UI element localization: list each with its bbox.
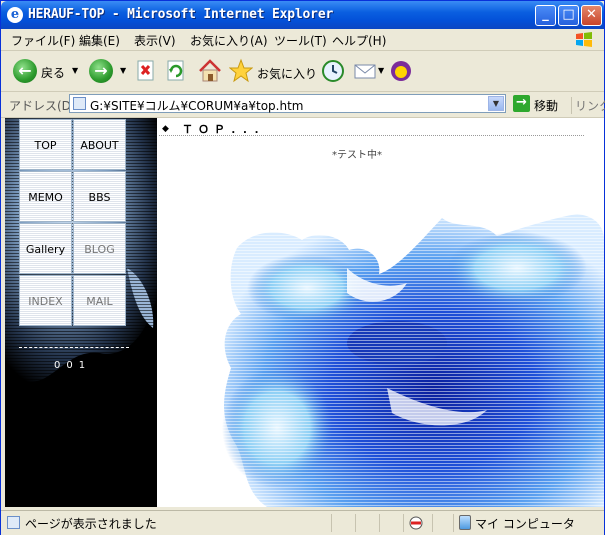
forward-dropdown-icon[interactable]: ▼ <box>120 66 126 75</box>
status-bar: ページが表示されました マイ コンピュータ <box>1 510 604 535</box>
status-divider <box>355 514 357 532</box>
nav-mail[interactable]: MAIL <box>73 275 126 326</box>
forward-arrow-icon: → <box>89 59 113 83</box>
menu-favorites[interactable]: お気に入り(A) <box>190 32 268 49</box>
go-arrow-icon[interactable]: → <box>513 95 530 112</box>
mail-icon[interactable] <box>352 57 378 85</box>
page-icon <box>73 97 86 110</box>
status-divider <box>379 514 381 532</box>
windows-logo-icon <box>576 32 592 47</box>
my-computer-icon <box>459 515 471 530</box>
menu-edit[interactable]: 編集(E) <box>79 32 120 49</box>
close-button[interactable]: ✕ <box>581 5 602 26</box>
visit-counter: 001 <box>54 360 92 371</box>
address-dropdown-icon[interactable]: ▼ <box>488 96 504 111</box>
divider <box>19 347 129 348</box>
main-frame: ◆ ＴＯＰ... *テスト中* <box>157 118 604 507</box>
nav-grid: TOP ABOUT MEMO BBS Gallery BLOG INDEX MA… <box>19 119 127 327</box>
menu-bar: ファイル(F) 編集(E) 表示(V) お気に入り(A) ツール(T) ヘルプ(… <box>1 29 604 51</box>
status-message: ページが表示されました <box>25 517 157 531</box>
forward-button[interactable]: → <box>87 57 115 85</box>
toolbar: ← 戻る ▼ → ▼ お気に入り ▼ <box>1 51 604 92</box>
address-label: アドレス(D) <box>9 99 76 113</box>
stop-icon[interactable] <box>135 57 157 85</box>
back-arrow-icon: ← <box>13 59 37 83</box>
title-bar[interactable]: e HERAUF-TOP - Microsoft Internet Explor… <box>1 1 604 29</box>
header-bullet-icon: ◆ <box>162 124 169 134</box>
go-button[interactable]: 移動 <box>534 97 558 114</box>
nav-gallery[interactable]: Gallery <box>19 223 72 274</box>
favorites-star-icon[interactable] <box>229 57 253 85</box>
nav-bbs[interactable]: BBS <box>73 171 126 222</box>
home-icon[interactable] <box>197 57 223 85</box>
menu-file[interactable]: ファイル(F) <box>11 32 75 49</box>
popup-blocked-icon[interactable] <box>408 515 424 531</box>
ie-logo-icon: e <box>7 7 23 23</box>
status-divider <box>403 514 405 532</box>
nav-blog[interactable]: BLOG <box>73 223 126 274</box>
menu-tools[interactable]: ツール(T) <box>274 32 327 49</box>
favorites-label[interactable]: お気に入り <box>257 65 317 82</box>
security-zone: マイ コンピュータ <box>475 517 575 531</box>
links-label[interactable]: リンク <box>571 97 605 114</box>
browser-window: e HERAUF-TOP - Microsoft Internet Explor… <box>0 0 605 535</box>
status-divider <box>453 514 455 532</box>
nav-index[interactable]: INDEX <box>19 275 72 326</box>
nav-memo[interactable]: MEMO <box>19 171 72 222</box>
status-page-icon <box>7 516 20 529</box>
left-frame: TOP ABOUT MEMO BBS Gallery BLOG INDEX MA… <box>5 118 157 507</box>
menu-help[interactable]: ヘルプ(H) <box>332 32 386 49</box>
minimize-button[interactable]: _ <box>535 5 556 26</box>
blue-swirl-artwork <box>157 118 604 507</box>
status-divider <box>432 514 434 532</box>
back-button[interactable]: ← 戻る <box>11 57 73 85</box>
nav-top[interactable]: TOP <box>19 119 72 170</box>
menu-view[interactable]: 表示(V) <box>134 32 176 49</box>
window-title: HERAUF-TOP - Microsoft Internet Explorer <box>28 7 334 22</box>
back-dropdown-icon[interactable]: ▼ <box>72 66 78 75</box>
refresh-icon[interactable] <box>165 57 187 85</box>
mail-dropdown-icon[interactable]: ▼ <box>378 66 384 75</box>
page-subtitle: *テスト中* <box>332 150 382 161</box>
status-divider <box>331 514 333 532</box>
history-icon[interactable] <box>320 57 346 85</box>
address-input[interactable]: G:¥SITE¥コルム¥CORUM¥a¥top.htm ▼ <box>69 94 506 113</box>
nav-about[interactable]: ABOUT <box>73 119 126 170</box>
maximize-button[interactable]: □ <box>558 5 579 26</box>
page-content: TOP ABOUT MEMO BBS Gallery BLOG INDEX MA… <box>5 118 604 507</box>
back-label: 戻る <box>41 66 66 80</box>
address-url: G:¥SITE¥コルム¥CORUM¥a¥top.htm <box>90 99 304 113</box>
header-divider <box>159 135 584 136</box>
messenger-icon[interactable] <box>389 57 413 85</box>
address-bar: アドレス(D) G:¥SITE¥コルム¥CORUM¥a¥top.htm ▼ → … <box>1 92 605 118</box>
